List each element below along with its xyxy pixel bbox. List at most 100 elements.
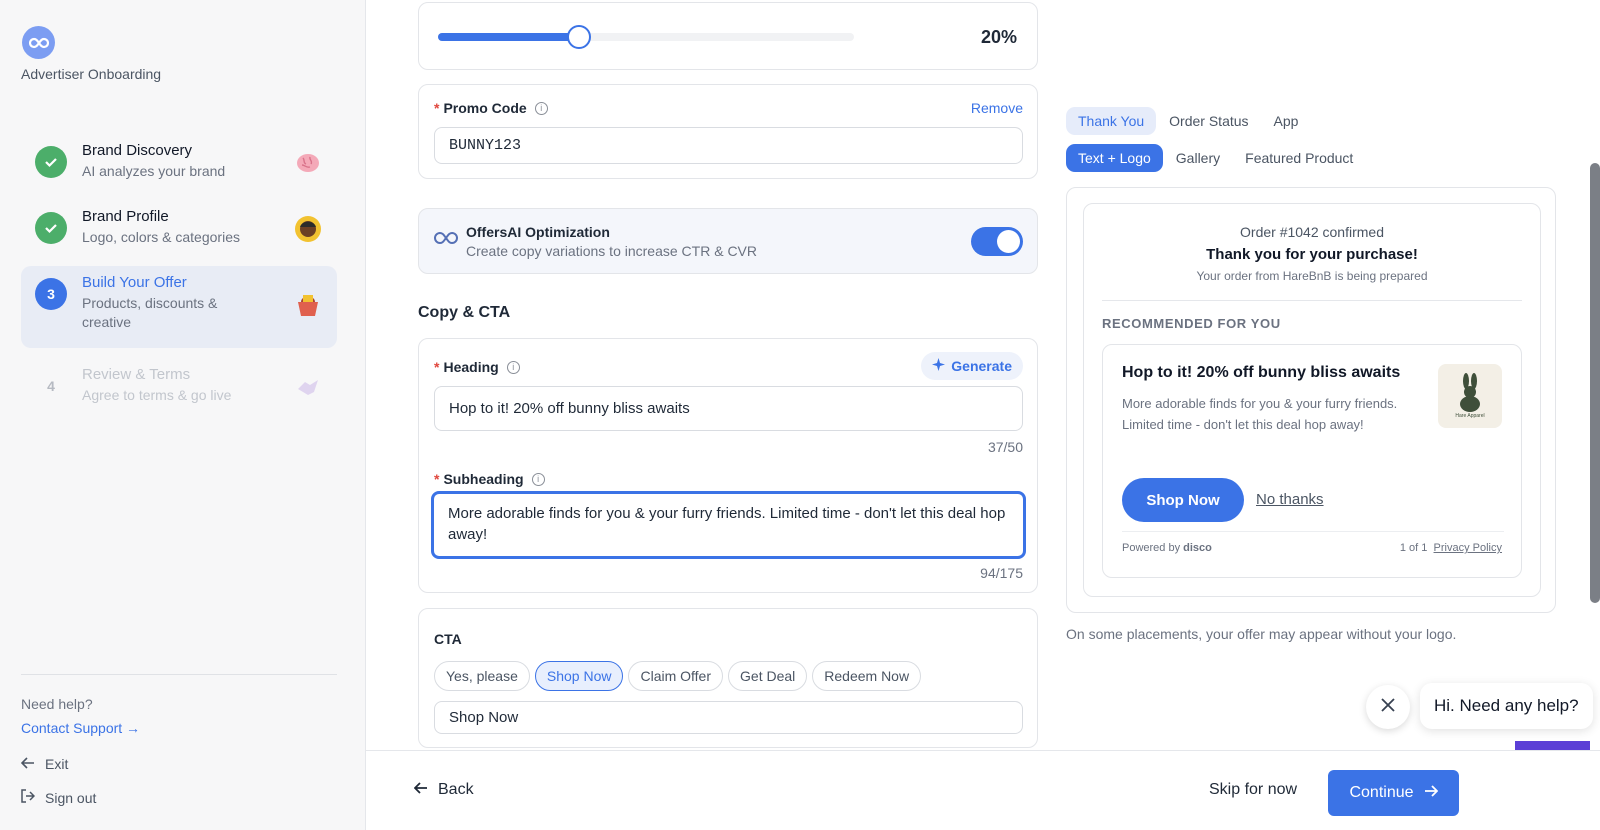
continue-label: Continue: [1349, 784, 1414, 801]
check-icon: [35, 212, 67, 244]
tab-app[interactable]: App: [1262, 107, 1311, 135]
cta-card: CTA Yes, please Shop Now Claim Offer Get De…: [418, 608, 1038, 748]
placement-tabs: Thank You Order Status App: [1066, 107, 1311, 135]
step-subtitle: AI analyzes your brand: [82, 163, 226, 179]
exit-label: Exit: [45, 756, 69, 772]
cta-input[interactable]: Shop Now: [434, 701, 1023, 734]
thank-you-heading: Thank you for your purchase!: [1206, 246, 1418, 263]
preview-no-thanks-link[interactable]: No thanks: [1256, 491, 1324, 508]
slider-fill: [438, 33, 580, 41]
cta-label: CTA: [434, 631, 462, 647]
step-build-your-offer[interactable]: 3 Build Your Offer Products, discounts & …: [21, 266, 337, 348]
powered-brand: disco: [1183, 542, 1212, 554]
artist-avatar-icon: [293, 214, 323, 244]
arrow-right-icon: [1424, 784, 1438, 802]
cta-option-claim-offer[interactable]: Claim Offer: [628, 661, 724, 691]
generate-button[interactable]: Generate: [921, 352, 1023, 380]
cta-option-get-deal[interactable]: Get Deal: [728, 661, 808, 691]
need-help-label: Need help?: [21, 696, 93, 712]
recommended-label: RECOMMENDED FOR YOU: [1102, 316, 1281, 331]
privacy-policy-link[interactable]: Privacy Policy: [1434, 542, 1502, 554]
subheading-label: * Subheading i: [434, 471, 545, 487]
slider-track[interactable]: [438, 25, 854, 49]
chat-greeting[interactable]: Hi. Need any help?: [1420, 683, 1593, 729]
step-review-terms[interactable]: 4 Review & Terms Agree to terms & go live: [21, 366, 337, 412]
promo-code-input[interactable]: BUNNY123: [434, 127, 1023, 164]
info-icon: i: [531, 472, 545, 486]
sparkle-icon: [932, 358, 946, 374]
footer-bar: Back Skip for now Continue: [366, 750, 1600, 830]
cta-option-shop-now[interactable]: Shop Now: [534, 661, 624, 691]
arrow-left-icon: [20, 756, 35, 772]
order-prepared: Your order from HareBnB is being prepare…: [1196, 269, 1428, 283]
exit-button[interactable]: Exit: [20, 756, 69, 772]
tab-text-logo[interactable]: Text + Logo: [1066, 144, 1163, 172]
page-indicator: 1 of 1: [1399, 542, 1428, 554]
discount-slider-card: 20%: [418, 2, 1038, 70]
tab-gallery[interactable]: Gallery: [1164, 144, 1232, 172]
arrow-left-icon: [413, 781, 428, 799]
scrollbar-thumb[interactable]: [1590, 163, 1600, 603]
copy-section-title: Copy & CTA: [418, 304, 511, 321]
order-confirmed: Order #1042 confirmed: [1240, 224, 1384, 240]
tab-featured-product[interactable]: Featured Product: [1233, 144, 1365, 172]
subheading-label-text: Subheading: [443, 471, 524, 487]
step-title: Brand Profile: [82, 208, 169, 225]
contact-support-link[interactable]: Contact Support →: [21, 720, 140, 736]
cta-option-yes-please[interactable]: Yes, please: [434, 661, 530, 691]
copy-card: * Heading i Generate Hop to it! 20% off bu…: [418, 338, 1038, 593]
offer-divider: [1122, 531, 1504, 532]
step-brand-profile[interactable]: Brand Profile Logo, colors & categories: [21, 208, 337, 254]
preview-footer-right: 1 of 1 Privacy Policy: [1400, 542, 1502, 554]
handshake-icon: [293, 372, 323, 402]
step-number: 4: [47, 378, 55, 394]
step-title: Review & Terms: [82, 366, 191, 383]
logo-text: Hare Apparel: [1455, 413, 1485, 419]
step-subtitle: Agree to terms & go live: [82, 387, 232, 403]
infinity-icon: [434, 231, 458, 250]
offer-preview: Order #1042 confirmed Thank you for your…: [1066, 187, 1556, 613]
heading-input[interactable]: Hop to it! 20% off bunny bliss awaits: [434, 386, 1023, 431]
step-number: 3: [35, 278, 67, 310]
remove-promo-button[interactable]: Remove: [971, 100, 1023, 116]
preview-note: On some placements, your offer may appea…: [1066, 626, 1457, 642]
offer-body: More adorable finds for you & your furry…: [1122, 396, 1398, 432]
sidebar-divider: [21, 674, 337, 675]
subheading-textarea[interactable]: More adorable finds for you & your furry…: [431, 491, 1026, 559]
optimization-toggle[interactable]: [971, 227, 1023, 256]
step-title: Brand Discovery: [82, 142, 193, 159]
tab-thank-you[interactable]: Thank You: [1066, 107, 1157, 135]
cta-option-redeem-now[interactable]: Redeem Now: [812, 661, 922, 691]
promo-code-label: * Promo Code i: [434, 100, 548, 116]
toggle-knob: [997, 230, 1020, 253]
skip-button[interactable]: Skip for now: [1209, 781, 1297, 799]
cta-options: Yes, please Shop Now Claim Offer Get Deal Re…: [434, 661, 926, 691]
optimization-title: OffersAI Optimization: [466, 224, 610, 240]
step-title: Build Your Offer: [82, 274, 187, 291]
tab-order-status[interactable]: Order Status: [1157, 107, 1260, 135]
layout-tabs: Text + Logo Gallery Featured Product: [1066, 144, 1366, 172]
back-button[interactable]: Back: [413, 781, 474, 799]
promo-code-card: * Promo Code i Remove BUNNY123: [418, 84, 1038, 179]
heading-counter: 37/50: [987, 439, 1023, 455]
preview-shop-now-button[interactable]: Shop Now: [1122, 478, 1244, 522]
offer-card: Hop to it! 20% off bunny bliss awaits Mo…: [1102, 344, 1522, 578]
gift-basket-icon: [293, 290, 323, 320]
rabbit-icon: [1460, 373, 1480, 412]
step-subtitle: Products, discounts & creative: [82, 295, 218, 330]
step-subtitle: Logo, colors & categories: [82, 229, 240, 245]
sign-out-icon: [21, 789, 36, 806]
discount-value: 20%: [980, 27, 1017, 47]
app-title: Advertiser Onboarding: [21, 66, 162, 82]
step-brand-discovery[interactable]: Brand Discovery AI analyzes your brand: [21, 142, 337, 188]
slider-thumb[interactable]: [567, 25, 592, 49]
continue-button[interactable]: Continue: [1328, 770, 1459, 816]
optimization-desc: Create copy variations to increase CTR &…: [466, 243, 757, 259]
heading-label-text: Heading: [443, 359, 499, 375]
subheading-counter: 94/175: [980, 565, 1023, 581]
close-chat-button[interactable]: [1366, 685, 1410, 729]
close-icon: [1381, 697, 1395, 717]
sign-out-label: Sign out: [45, 789, 97, 806]
info-icon: i: [506, 360, 520, 374]
sign-out-button[interactable]: Sign out: [21, 789, 96, 806]
